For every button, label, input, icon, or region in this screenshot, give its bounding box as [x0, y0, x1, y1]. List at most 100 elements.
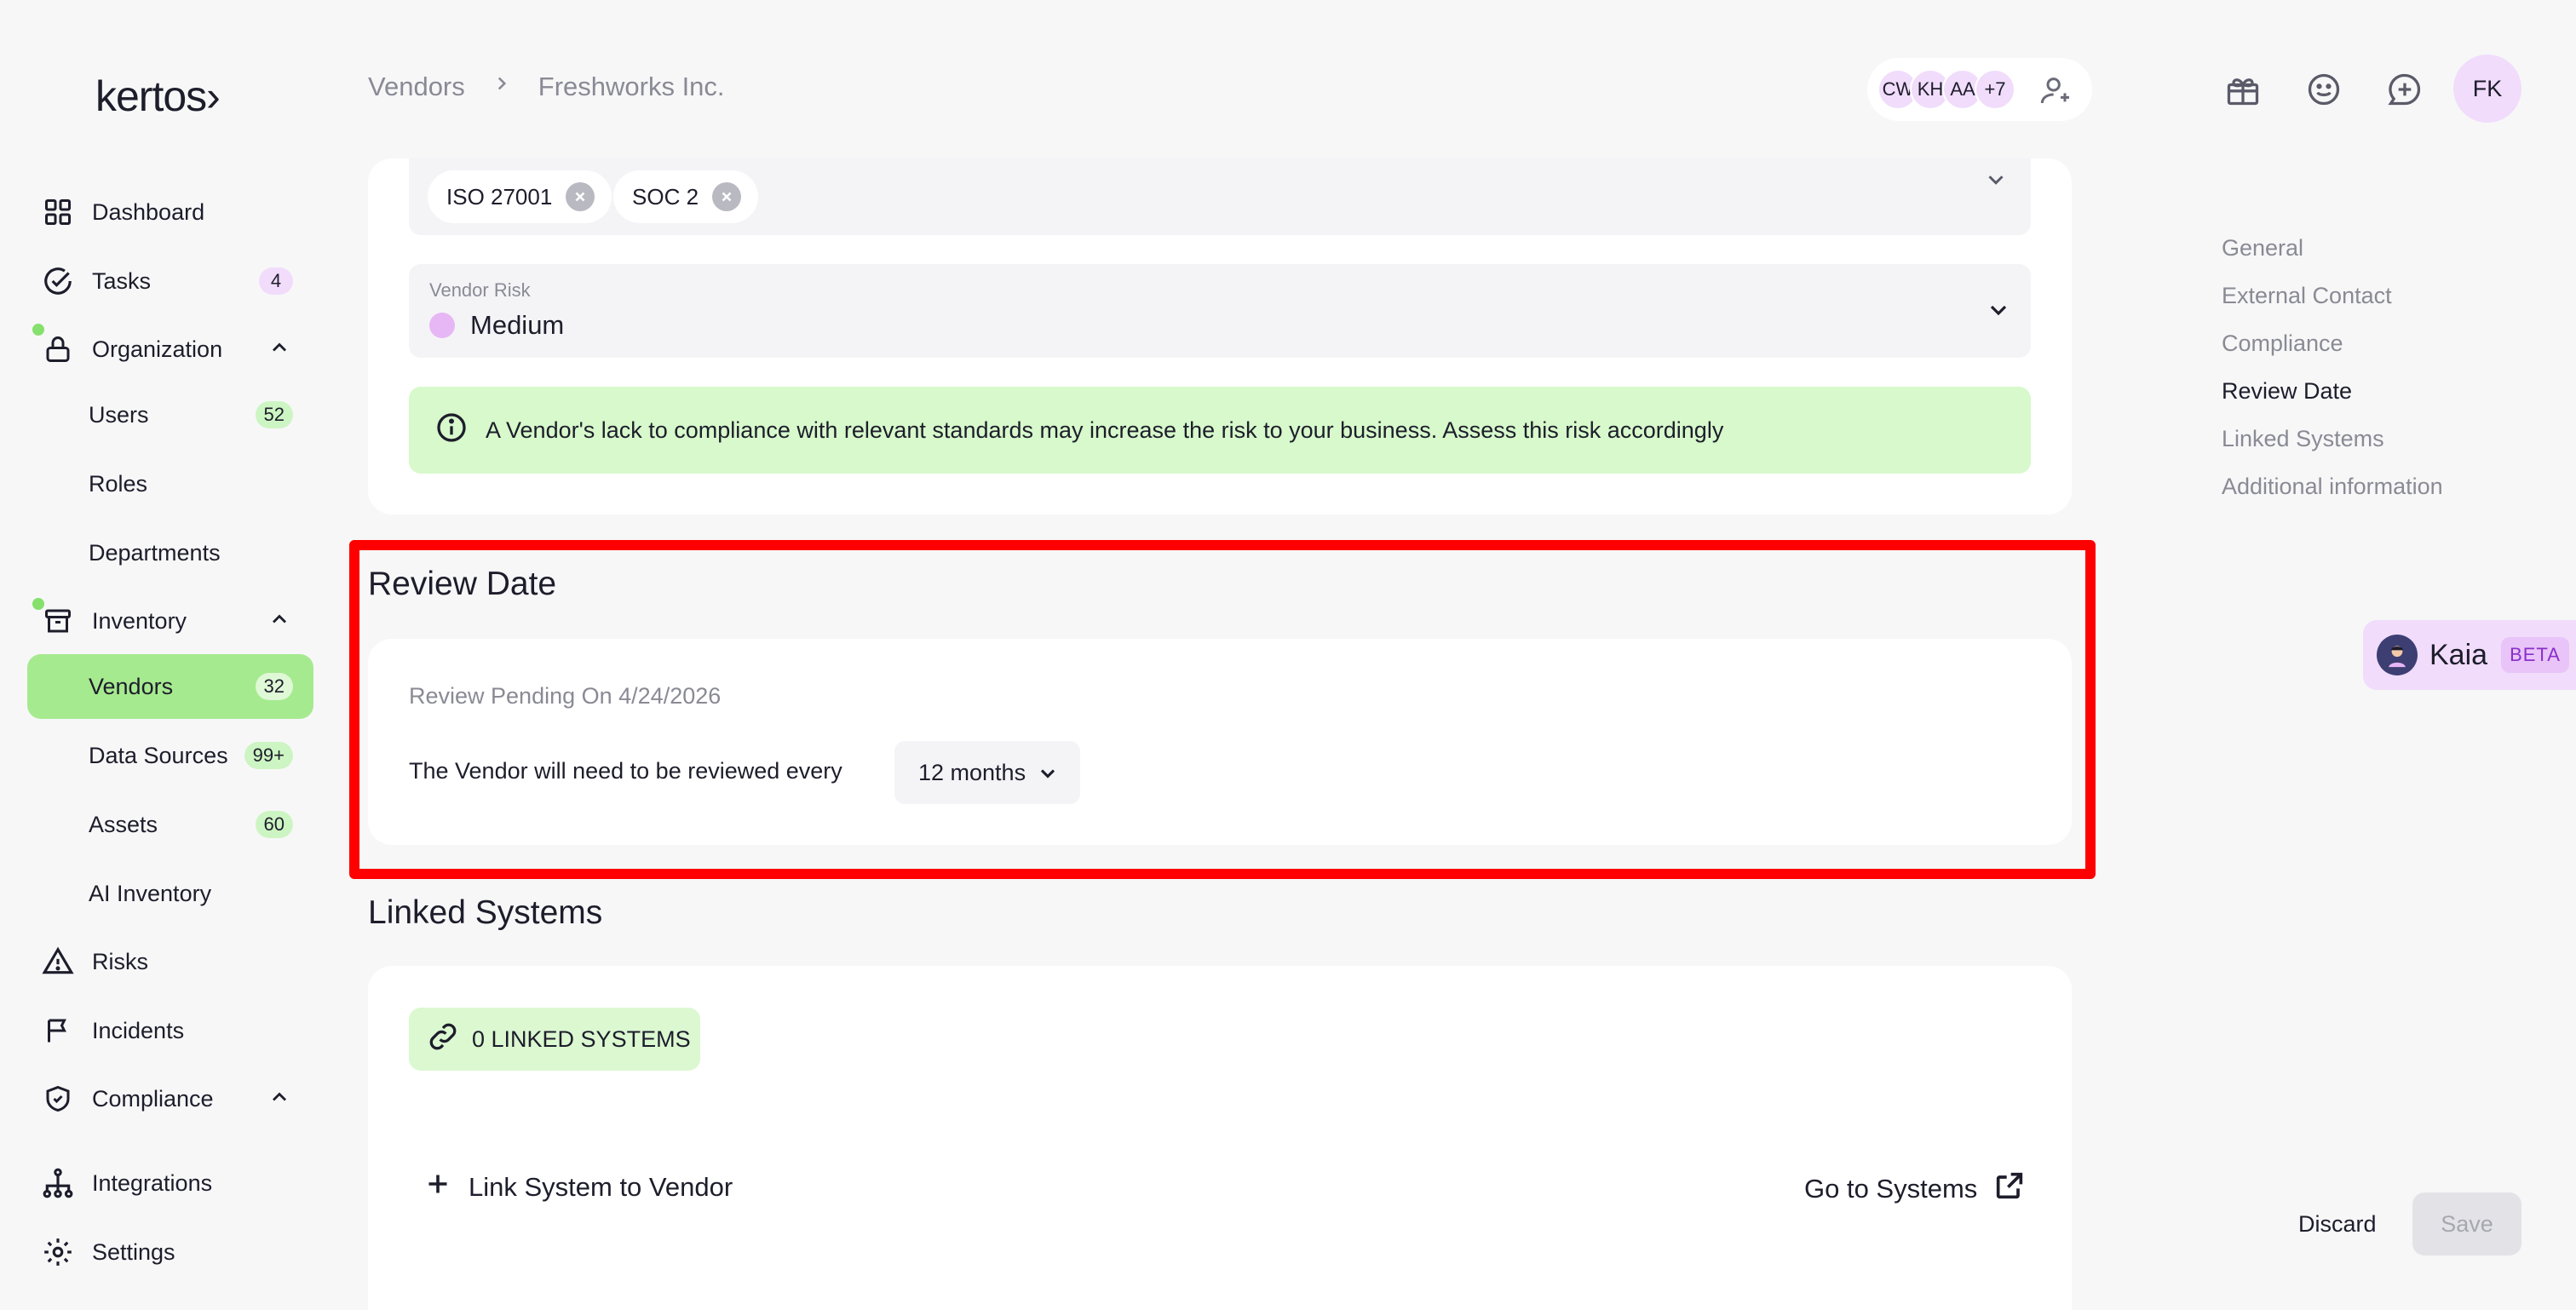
chat-plus-icon[interactable] [2385, 70, 2424, 109]
save-button[interactable]: Save [2412, 1192, 2521, 1255]
sidebar-item-label: Inventory [92, 607, 187, 634]
sidebar-item-label: Dashboard [92, 198, 205, 225]
sidebar-item-label: Data Sources [89, 742, 228, 768]
tasks-count-badge: 4 [259, 267, 293, 295]
sidebar-item-departments[interactable]: Departments [27, 520, 313, 585]
tag-chip: SOC 2 [613, 170, 759, 223]
sidebar-item-label: Compliance [92, 1085, 214, 1112]
discard-button[interactable]: Discard [2298, 1211, 2377, 1238]
chevron-up-icon[interactable] [267, 1085, 291, 1113]
chevron-down-icon[interactable] [1983, 167, 2009, 197]
link-system-label: Link System to Vendor [469, 1172, 733, 1202]
vendor-risk-label: Vendor Risk [429, 279, 531, 301]
shield-check-icon [41, 1082, 75, 1116]
assets-count-badge: 60 [255, 811, 293, 838]
link-icon [426, 1020, 460, 1060]
sidebar: kertos› Dashboard Tasks 4 Organization U… [0, 0, 341, 1310]
sidebar-item-label: Tasks [92, 267, 152, 294]
kaia-avatar [2377, 635, 2418, 675]
chevron-right-icon [491, 72, 513, 101]
smiley-icon[interactable] [2304, 70, 2343, 109]
chevron-down-icon[interactable] [1985, 296, 2012, 328]
sidebar-item-organization[interactable]: Organization [27, 317, 313, 382]
sidebar-item-label: Roles [89, 470, 148, 497]
sidebar-item-label: Assets [89, 811, 158, 837]
toc-item-linked-systems[interactable]: Linked Systems [2222, 426, 2384, 452]
sidebar-item-label: Users [89, 401, 149, 428]
collaborators-group[interactable]: CW KH AA +7 [1867, 58, 2092, 121]
kaia-assistant-button[interactable]: Kaia BETA [2363, 620, 2576, 690]
gear-icon [41, 1235, 75, 1269]
data-sources-count-badge: 99+ [244, 742, 293, 769]
breadcrumb-vendors-link[interactable]: Vendors [368, 72, 465, 102]
beta-badge: BETA [2501, 637, 2569, 673]
sidebar-item-label: Risks [92, 948, 148, 974]
sidebar-item-label: Organization [92, 336, 223, 362]
risk-level-dot [429, 313, 455, 338]
more-collaborators-badge[interactable]: +7 [1975, 69, 2015, 110]
sidebar-item-users[interactable]: Users 52 [27, 382, 313, 447]
breadcrumb: Vendors Freshworks Inc. [368, 72, 725, 102]
sidebar-item-compliance[interactable]: Compliance [27, 1066, 313, 1131]
chevron-up-icon[interactable] [267, 336, 291, 364]
chevron-up-icon[interactable] [267, 607, 291, 635]
sidebar-item-vendors[interactable]: Vendors 32 [27, 654, 313, 719]
sidebar-item-label: Departments [89, 539, 221, 566]
vendor-risk-value: Medium [470, 310, 565, 340]
add-user-icon[interactable] [2039, 73, 2073, 112]
remove-tag-icon[interactable] [712, 182, 742, 211]
linked-systems-count: 0 LINKED SYSTEMS [409, 1008, 700, 1071]
go-to-systems-button[interactable]: Go to Systems [1804, 1169, 2027, 1209]
sidebar-item-tasks[interactable]: Tasks 4 [27, 249, 313, 313]
sidebar-item-inventory[interactable]: Inventory [27, 589, 313, 653]
sidebar-item-settings[interactable]: Settings [27, 1220, 313, 1284]
toc-item-external-contact[interactable]: External Contact [2222, 283, 2392, 309]
sidebar-item-label: Settings [92, 1238, 175, 1265]
hierarchy-icon [41, 1166, 75, 1200]
check-circle-icon [41, 264, 75, 298]
users-count-badge: 52 [255, 401, 293, 428]
app-logo[interactable]: kertos› [95, 72, 221, 121]
link-system-button[interactable]: Link System to Vendor [423, 1169, 733, 1206]
sidebar-item-incidents[interactable]: Incidents [27, 998, 313, 1063]
sidebar-item-label: Incidents [92, 1017, 185, 1043]
sidebar-item-label: Integrations [92, 1169, 213, 1196]
dashboard-grid-icon [41, 195, 75, 229]
go-to-systems-label: Go to Systems [1804, 1174, 1978, 1204]
kaia-name: Kaia [2429, 638, 2488, 671]
alert-text: A Vendor's lack to compliance with relev… [486, 417, 1724, 443]
gift-icon[interactable] [2223, 70, 2263, 109]
tag-chip: ISO 27001 [428, 170, 612, 223]
user-avatar[interactable]: FK [2453, 55, 2521, 123]
linked-systems-count-label: 0 LINKED SYSTEMS [472, 1026, 691, 1052]
vendors-count-badge: 32 [255, 673, 293, 700]
sidebar-item-data-sources[interactable]: Data Sources 99+ [27, 723, 313, 788]
sidebar-item-assets[interactable]: Assets 60 [27, 792, 313, 857]
tag-chip-label: ISO 27001 [446, 183, 553, 210]
warning-triangle-icon [41, 945, 75, 979]
tag-chip-label: SOC 2 [632, 183, 699, 210]
remove-tag-icon[interactable] [566, 182, 595, 211]
toc-item-general[interactable]: General [2222, 235, 2303, 261]
lock-icon [41, 332, 75, 366]
sidebar-item-risks[interactable]: Risks [27, 929, 313, 994]
toc-item-additional-information[interactable]: Additional information [2222, 474, 2443, 500]
sidebar-item-integrations[interactable]: Integrations [27, 1151, 313, 1215]
breadcrumb-current: Freshworks Inc. [538, 72, 725, 101]
flag-icon [41, 1014, 75, 1048]
highlight-box [349, 540, 2096, 879]
sidebar-item-roles[interactable]: Roles [27, 451, 313, 516]
linked-systems-title: Linked Systems [368, 894, 603, 931]
toc-item-compliance[interactable]: Compliance [2222, 330, 2343, 357]
sidebar-item-ai-inventory[interactable]: AI Inventory [27, 861, 313, 926]
info-icon [434, 411, 469, 451]
sidebar-item-dashboard[interactable]: Dashboard [27, 180, 313, 244]
compliance-alert: A Vendor's lack to compliance with relev… [409, 387, 2031, 474]
vendor-risk-select[interactable] [409, 264, 2031, 358]
archive-box-icon [41, 604, 75, 638]
external-link-icon [1992, 1169, 2027, 1209]
sidebar-item-label: AI Inventory [89, 880, 212, 906]
plus-icon [423, 1169, 453, 1206]
sidebar-item-label: Vendors [89, 673, 174, 699]
toc-item-review-date[interactable]: Review Date [2222, 378, 2352, 405]
